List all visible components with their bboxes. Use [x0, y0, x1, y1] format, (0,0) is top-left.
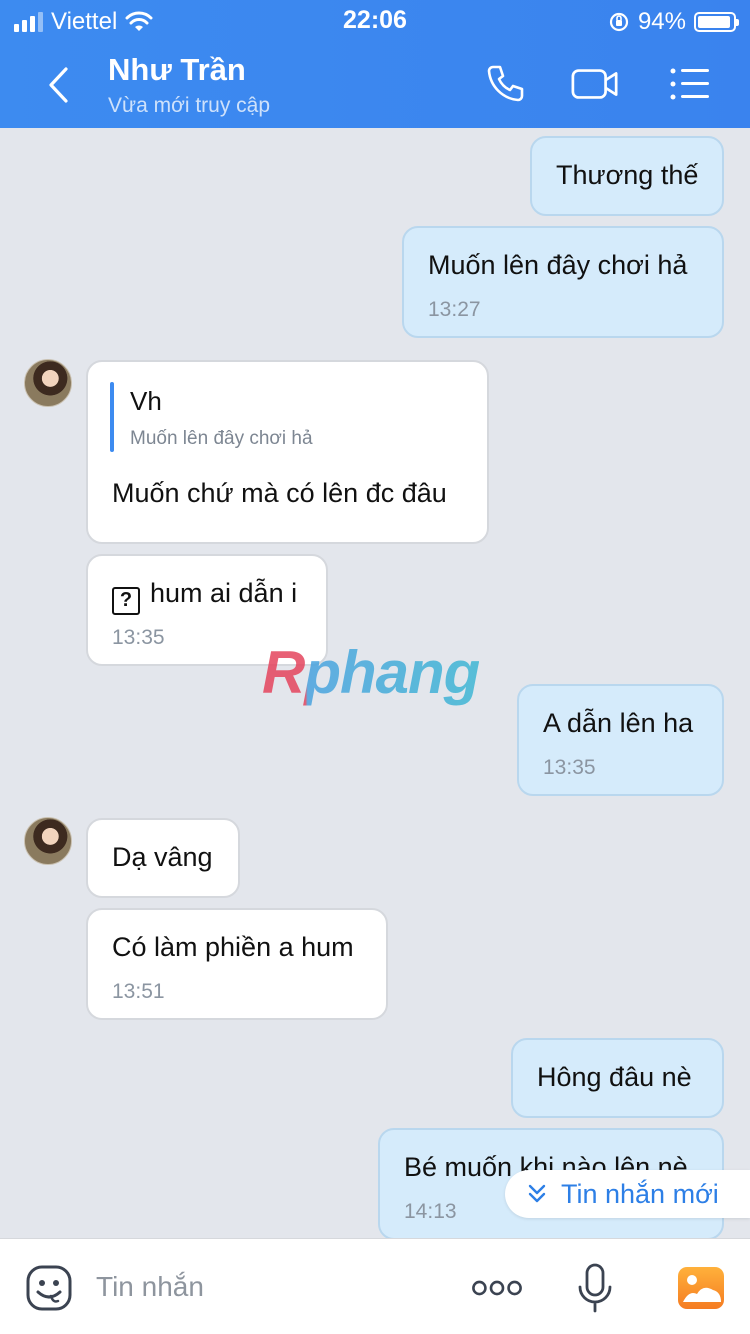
quote-text: Muốn lên đây chơi hả: [130, 428, 313, 449]
message-text-line: ? hum ai dẫn i: [112, 578, 297, 615]
video-call-button[interactable]: [570, 62, 620, 106]
message-list[interactable]: Thương thế Muốn lên đây chơi hả 13:27 Vh…: [0, 128, 750, 1238]
gallery-button[interactable]: [676, 1263, 726, 1313]
emoji-button[interactable]: [24, 1263, 74, 1313]
quote-bar: [110, 382, 114, 452]
message-time: 13:35: [543, 756, 596, 779]
message-text: Thương thế: [556, 160, 699, 190]
double-chevron-down-icon: [528, 1184, 546, 1203]
message-bubble-incoming-reply[interactable]: Vh Muốn lên đây chơi hả Muốn chứ mà có l…: [86, 360, 489, 544]
menu-icon: [670, 68, 709, 100]
composer-bar: Tin nhắn: [0, 1238, 750, 1334]
battery-icon: [694, 12, 739, 32]
phone-icon: [487, 65, 524, 102]
avatar[interactable]: [24, 359, 72, 407]
back-button[interactable]: [38, 60, 78, 110]
message-bubble-outgoing[interactable]: Hông đâu nè: [511, 1038, 724, 1118]
new-messages-button[interactable]: Tin nhắn mới: [505, 1170, 750, 1218]
rotation-lock-icon: [609, 12, 629, 32]
message-bubble-incoming[interactable]: Dạ vâng: [86, 818, 240, 898]
chat-header: Viettel 22:06 94% Như Trần Vừa mới truy …: [0, 0, 750, 128]
status-bar: Viettel 22:06 94%: [0, 0, 750, 40]
more-icon: [472, 1280, 522, 1296]
contact-name[interactable]: Như Trần: [108, 52, 246, 88]
unknown-emoji-icon: ?: [112, 586, 140, 615]
message-bubble-incoming[interactable]: Có làm phiền a hum 13:51: [86, 908, 388, 1020]
quote-author: Vh: [130, 386, 162, 416]
message-text: hum ai dẫn i: [150, 578, 298, 608]
message-text: Dạ vâng: [112, 842, 213, 872]
image-icon: [678, 1267, 724, 1309]
message-text: Muốn chứ mà có lên đc đâu: [112, 478, 447, 508]
new-messages-label: Tin nhắn mới: [561, 1178, 719, 1209]
message-time: 13:51: [112, 980, 165, 1003]
contact-status: Vừa mới truy cập: [108, 94, 271, 117]
status-right: 94%: [608, 8, 739, 36]
avatar[interactable]: [24, 817, 72, 865]
message-text: Muốn lên đây chơi hả: [428, 250, 688, 280]
message-bubble-outgoing[interactable]: Thương thế: [530, 136, 724, 216]
message-time: 14:13: [404, 1200, 457, 1223]
message-time: 13:35: [112, 626, 165, 649]
message-text: A dẫn lên ha: [543, 708, 694, 738]
message-time: 13:27: [428, 298, 481, 321]
back-icon: [49, 67, 68, 103]
message-input[interactable]: Tin nhắn: [96, 1271, 204, 1303]
watermark-logo: Rphang: [262, 639, 480, 706]
message-text: Có làm phiền a hum: [112, 932, 354, 962]
message-bubble-outgoing[interactable]: Muốn lên đây chơi hả 13:27: [402, 226, 724, 338]
call-button[interactable]: [480, 62, 530, 106]
emoji-icon: [26, 1265, 72, 1311]
mic-icon: [578, 1263, 612, 1313]
video-icon: [571, 69, 618, 99]
more-button[interactable]: [472, 1263, 522, 1313]
voice-button[interactable]: [570, 1263, 620, 1313]
options-button[interactable]: [665, 62, 715, 106]
message-bubble-outgoing[interactable]: A dẫn lên ha 13:35: [517, 684, 724, 796]
battery-percent: 94%: [637, 8, 686, 35]
message-text: Hông đâu nè: [537, 1062, 692, 1092]
